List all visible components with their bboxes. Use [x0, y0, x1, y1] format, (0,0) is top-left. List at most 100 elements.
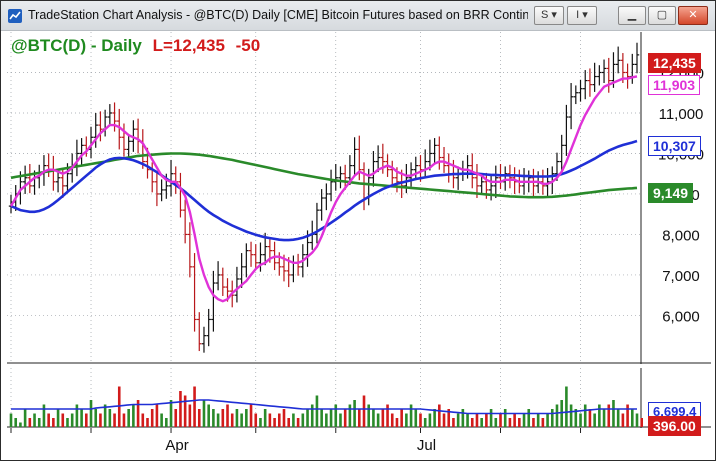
volume-bar — [536, 413, 540, 427]
volume-bar — [409, 404, 413, 427]
volume-bar — [47, 413, 50, 427]
price-plot-background — [7, 32, 711, 364]
volume-bar — [80, 409, 83, 427]
volume-bar — [428, 413, 432, 427]
volume-bar — [550, 409, 554, 427]
volume-bar — [518, 418, 521, 427]
volume-bar — [19, 422, 22, 427]
volume-bar — [235, 409, 239, 427]
volume-bar — [292, 413, 295, 427]
volume-bar — [23, 409, 27, 427]
volume-bar — [132, 404, 135, 427]
minimize-button[interactable]: ▁ — [618, 6, 646, 25]
volume-bar — [75, 404, 79, 427]
symbol-link-button[interactable]: S ▾ — [534, 6, 564, 25]
volume-bar — [640, 418, 644, 427]
volume-bar — [268, 413, 272, 427]
volume-bar — [527, 409, 531, 427]
indicator-button[interactable]: I ▾ — [567, 6, 597, 25]
ma-long-price-tag: 9,149 — [648, 183, 694, 203]
volume-bar — [452, 418, 455, 427]
volume-bar — [579, 413, 582, 427]
volume-bar — [263, 409, 267, 427]
volume-bar — [560, 400, 563, 427]
time-tick-label: Jul — [417, 437, 436, 454]
volume-bar — [513, 413, 516, 427]
symbol-label: @BTC(D) - Daily — [11, 36, 142, 55]
volume-bar — [122, 413, 126, 427]
volume-bar — [310, 404, 314, 427]
title-bar[interactable]: TradeStation Chart Analysis - @BTC(D) Da… — [1, 1, 715, 31]
volume-bar — [249, 404, 253, 427]
volume-bar — [522, 413, 526, 427]
volume-bar — [555, 404, 559, 427]
volume-bar — [616, 409, 620, 427]
volume-bar — [456, 413, 460, 427]
volume-bar — [400, 409, 403, 427]
volume-bar — [485, 413, 488, 427]
volume-chart[interactable] — [7, 368, 711, 428]
close-button[interactable]: ✕ — [678, 6, 708, 25]
window-title: TradeStation Chart Analysis - @BTC(D) Da… — [28, 8, 528, 22]
volume-bar — [202, 400, 206, 427]
volume-bar — [56, 409, 60, 427]
volume-bar — [438, 404, 441, 427]
volume-bar — [423, 418, 427, 427]
volume-bar — [89, 400, 93, 427]
volume-bar — [461, 409, 465, 427]
volume-bar — [188, 404, 192, 427]
volume-bar — [329, 409, 333, 427]
maximize-button[interactable]: ▢ — [648, 6, 676, 25]
volume-bar — [212, 409, 215, 427]
volume-bar — [37, 418, 41, 427]
symbol-header: @BTC(D) - Daily L=12,435 -50 — [11, 36, 260, 56]
price-tick-label: 7,000 — [662, 268, 700, 285]
volume-bar — [598, 404, 601, 427]
volume-bar — [42, 404, 46, 427]
volume-bar — [287, 418, 290, 427]
volume-bar — [546, 413, 549, 427]
chart-window: TradeStation Chart Analysis - @BTC(D) Da… — [0, 0, 716, 461]
volume-bar — [348, 404, 352, 427]
volume-bar — [339, 413, 342, 427]
chevron-down-icon: ▾ — [579, 9, 588, 21]
volume-bar — [565, 386, 568, 427]
last-price-label: L=12,435 — [152, 36, 225, 55]
volume-bar — [66, 418, 69, 427]
volume-bar — [14, 418, 18, 427]
volume-bar — [621, 413, 625, 427]
volume-bar — [301, 413, 305, 427]
volume-bar — [197, 409, 201, 427]
volume-bar — [626, 404, 629, 427]
volume-bar — [240, 413, 243, 427]
volume-bar — [442, 413, 446, 427]
time-tick-label: Apr — [165, 437, 188, 454]
last-price-tag: 12,435 — [648, 53, 701, 73]
volume-bar — [583, 404, 587, 427]
volume-bar — [414, 409, 418, 427]
volume-bar — [602, 409, 606, 427]
price-chart[interactable]: 12,00011,00010,0009,0008,0007,0006,000 — [7, 32, 711, 364]
volume-bar — [433, 409, 436, 427]
tradestation-app-icon — [8, 9, 22, 23]
change-label: -50 — [235, 36, 261, 55]
volume-bar — [169, 400, 173, 427]
volume-bar — [52, 418, 55, 427]
maximize-icon: ▢ — [656, 9, 668, 21]
volume-bar — [273, 418, 276, 427]
volume-bar — [353, 400, 356, 427]
volume-bar — [358, 409, 361, 427]
volume-bar — [372, 409, 375, 427]
volume-bar — [494, 418, 498, 427]
minimize-icon: ▁ — [627, 9, 637, 21]
volume-bar — [395, 418, 399, 427]
volume-bar — [362, 395, 366, 427]
volume-bar — [296, 418, 300, 427]
volume-bar — [221, 409, 225, 427]
volume-bar — [367, 404, 371, 427]
volume-bar — [174, 409, 178, 427]
volume-bar — [179, 391, 182, 427]
volume-bar — [475, 413, 479, 427]
volume-bar — [588, 409, 592, 427]
volume-bar — [28, 418, 32, 427]
